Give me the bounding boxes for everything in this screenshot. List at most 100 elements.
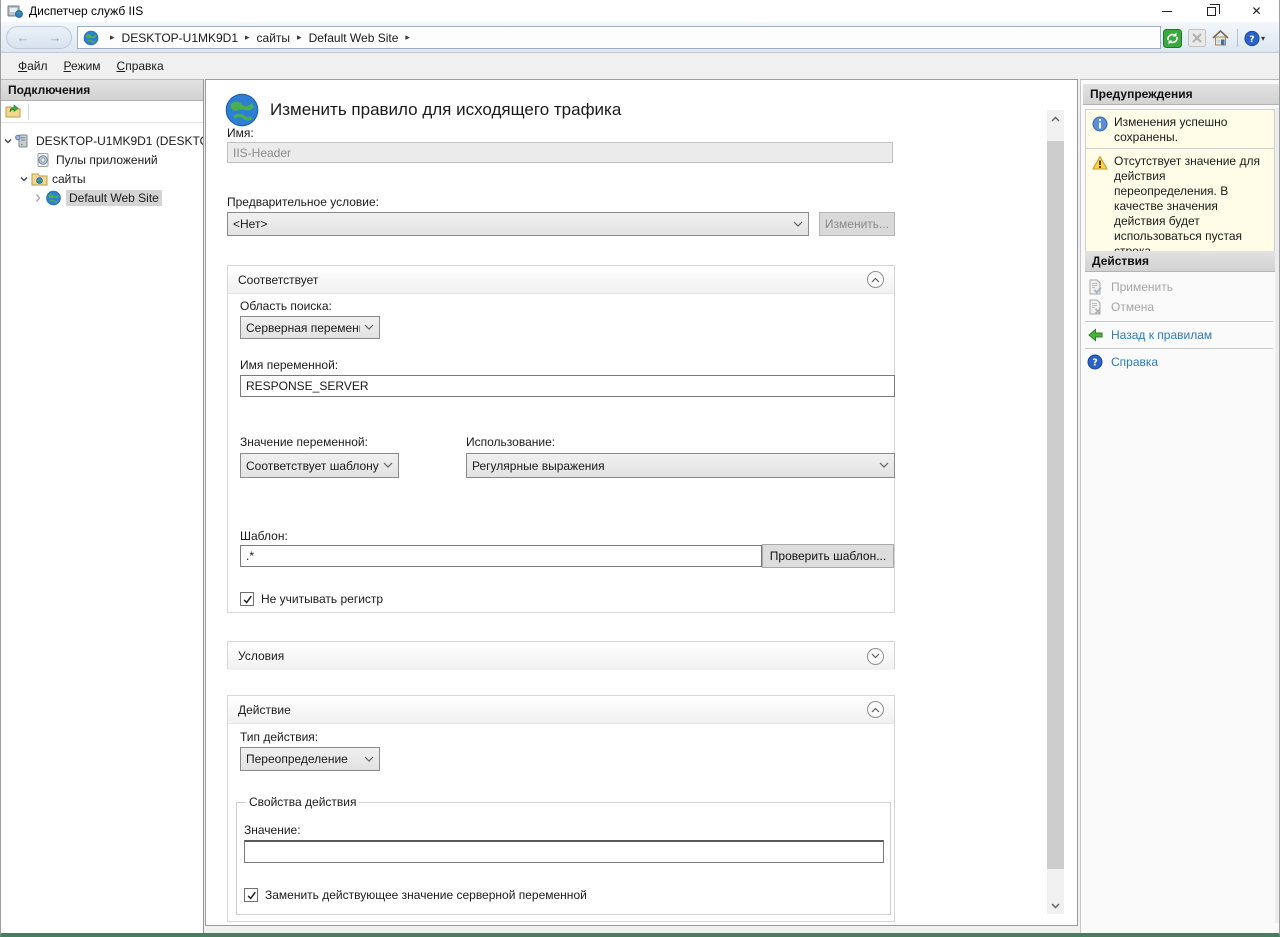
actions-divider	[1085, 348, 1273, 349]
panel-scrollbar[interactable]	[1275, 108, 1279, 923]
right-panel: Предупреждения Изменения успешно сохране…	[1080, 79, 1280, 933]
scope-label: Область поиска:	[240, 299, 332, 313]
chevron-down-icon	[364, 324, 374, 331]
chevron-down-icon	[871, 653, 880, 659]
cancel-icon	[1087, 299, 1103, 315]
crumb-default-web-site[interactable]: Default Web Site	[309, 31, 399, 45]
variable-name-input[interactable]: RESPONSE_SERVER	[240, 375, 895, 397]
server-icon	[15, 133, 32, 149]
menu-bar: Файл Режим Справка	[1, 53, 1279, 79]
checkbox-checked-icon[interactable]	[240, 592, 254, 606]
window-title: Диспетчер служб IIS	[29, 4, 143, 18]
warning-icon	[1092, 155, 1108, 171]
using-value: Регулярные выражения	[472, 459, 875, 473]
precondition-select[interactable]: <Нет>	[227, 212, 809, 236]
ignore-case-checkbox-row[interactable]: Не учитывать регистр	[240, 592, 383, 606]
action-type-label: Тип действия:	[240, 730, 318, 744]
chevron-down-icon[interactable]	[17, 174, 31, 184]
tree-label-sites[interactable]: сайты	[52, 172, 86, 186]
crumb-arrow-icon: ▸	[297, 32, 302, 43]
create-connection-icon[interactable]	[5, 104, 22, 119]
warning-alert: Отсутствует значение для действия переоп…	[1085, 148, 1275, 265]
precondition-label: Предварительное условие:	[227, 195, 379, 209]
svg-text:?: ?	[1092, 358, 1098, 369]
forward-nav-icon[interactable]: →	[49, 31, 62, 44]
test-pattern-button[interactable]: Проверить шаблон...	[762, 544, 894, 568]
variable-value-select[interactable]: Соответствует шаблону	[240, 453, 399, 478]
connections-panel: Подключения DESKTOP-U1MK	[1, 79, 204, 933]
scope-select[interactable]: Серверная переменн	[240, 316, 380, 339]
info-icon	[1092, 116, 1108, 132]
menu-view[interactable]: Режим	[56, 56, 109, 76]
menu-file[interactable]: Файл	[10, 56, 56, 76]
minimize-button[interactable]	[1144, 0, 1189, 22]
connections-toolbar	[1, 101, 203, 123]
toolbar-divider	[1237, 29, 1238, 47]
cancel-action: Отмена	[1087, 298, 1154, 316]
tree-item-default-web-site[interactable]: Default Web Site	[1, 188, 203, 207]
replace-label: Заменить действующее значение серверной …	[265, 888, 587, 902]
page-title: Изменить правило для исходящего трафика	[270, 100, 621, 120]
tree-label-server[interactable]: DESKTOP-U1MK9D1 (DESKTOP-U1MK9D1	[36, 134, 203, 148]
chevron-down-icon[interactable]	[1, 136, 15, 146]
help-icon: ?	[1244, 29, 1260, 48]
menu-help[interactable]: Справка	[109, 56, 172, 76]
cancel-label: Отмена	[1111, 300, 1154, 314]
chevron-right-icon[interactable]	[31, 193, 45, 203]
connections-title: Подключения	[8, 83, 90, 97]
tree-label-default-web-site[interactable]: Default Web Site	[66, 190, 162, 206]
tree-item-app-pools[interactable]: Пулы приложений	[1, 150, 203, 169]
iis-manager-window: Диспетчер служб IIS ✕ ← → ▸ DESKTOP-U1MK…	[0, 0, 1280, 937]
action-type-value: Переопределение	[246, 752, 360, 766]
crumb-arrow-icon: ▸	[405, 32, 410, 43]
match-section-title: Соответствует	[238, 273, 867, 287]
action-value-input[interactable]	[244, 840, 884, 863]
actions-divider	[1085, 321, 1273, 322]
nav-buttons: ← →	[6, 26, 72, 49]
back-to-rules-link[interactable]: Назад к правилам	[1087, 326, 1212, 344]
refresh-button[interactable]	[1162, 28, 1183, 48]
scrollbar-thumb[interactable]	[1047, 141, 1064, 869]
tree-item-sites[interactable]: сайты	[1, 169, 203, 188]
checkbox-checked-icon[interactable]	[244, 888, 258, 902]
tree-item-server[interactable]: DESKTOP-U1MK9D1 (DESKTOP-U1MK9D1	[1, 131, 203, 150]
home-icon	[1211, 29, 1230, 47]
action-properties-legend: Свойства действия	[246, 795, 359, 809]
restore-button[interactable]	[1189, 0, 1234, 22]
chevron-down-icon	[793, 221, 803, 228]
pattern-input[interactable]: .*	[240, 545, 762, 567]
action-section: Действие Тип действия: Переопределение С…	[227, 695, 895, 922]
close-button[interactable]: ✕	[1234, 0, 1279, 22]
warnings-title: Предупреждения	[1090, 87, 1193, 101]
expand-section-button[interactable]	[867, 648, 884, 665]
tree-label-app-pools[interactable]: Пулы приложений	[56, 153, 158, 167]
scroll-up-icon[interactable]	[1047, 110, 1064, 127]
action-value-label: Значение:	[244, 823, 301, 837]
sites-folder-icon	[31, 171, 48, 187]
crumb-sites[interactable]: сайты	[257, 31, 291, 45]
edit-precondition-button: Изменить...	[819, 212, 895, 236]
using-select[interactable]: Регулярные выражения	[466, 453, 895, 478]
info-alert-text: Изменения успешно сохранены.	[1114, 115, 1268, 145]
action-type-select[interactable]: Переопределение	[240, 747, 380, 771]
precondition-value: <Нет>	[233, 217, 789, 231]
crumb-server[interactable]: DESKTOP-U1MK9D1	[122, 31, 238, 45]
vertical-scrollbar[interactable]	[1047, 110, 1064, 914]
back-to-rules-label[interactable]: Назад к правилам	[1111, 328, 1212, 342]
scroll-down-icon[interactable]	[1047, 897, 1064, 914]
replace-checkbox-row[interactable]: Заменить действующее значение серверной …	[244, 888, 587, 902]
breadcrumb[interactable]: ▸ DESKTOP-U1MK9D1 ▸ сайты ▸ Default Web …	[77, 26, 1161, 49]
collapse-section-button[interactable]	[867, 701, 884, 718]
help-dropdown-caret-icon[interactable]: ▾	[1261, 34, 1265, 43]
help-link[interactable]: ? Справка	[1087, 353, 1158, 371]
home-button[interactable]	[1210, 28, 1231, 48]
collapse-section-button[interactable]	[867, 271, 884, 288]
action-section-title: Действие	[238, 703, 867, 717]
back-nav-icon[interactable]: ←	[17, 31, 30, 44]
variable-value-label: Значение переменной:	[240, 435, 368, 449]
crumb-arrow-icon: ▸	[110, 32, 115, 43]
help-label[interactable]: Справка	[1111, 355, 1158, 369]
chevron-up-icon	[871, 277, 880, 283]
address-bar: ← → ▸ DESKTOP-U1MK9D1 ▸ сайты ▸ Default …	[1, 22, 1279, 53]
help-button[interactable]: ? ▾	[1244, 28, 1265, 48]
